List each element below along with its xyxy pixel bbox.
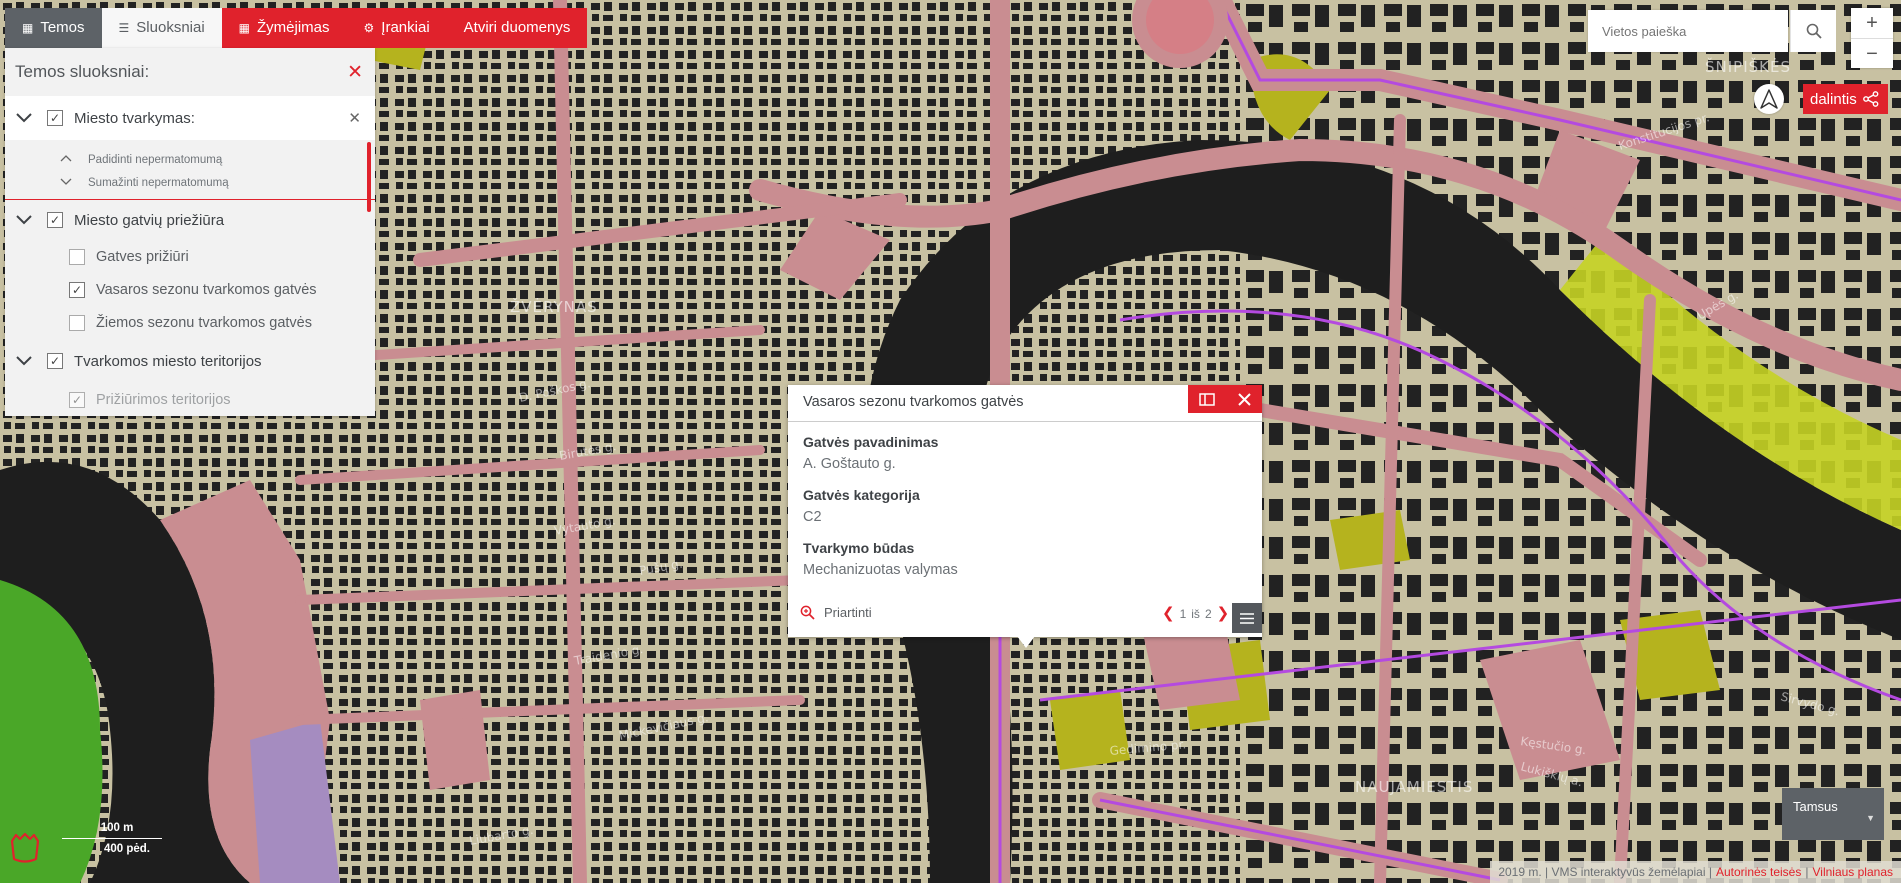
- share-label: dalintis: [1810, 90, 1857, 108]
- field-value: C2: [803, 509, 822, 525]
- popup-menu-button[interactable]: [1232, 603, 1262, 633]
- list-icon: ☰: [118, 21, 130, 35]
- layer-group-miesto-tvarkymas[interactable]: ✓ Miesto tvarkymas: ✕: [5, 96, 375, 140]
- share-button[interactable]: dalintis: [1803, 84, 1888, 114]
- decrease-opacity-option[interactable]: Sumažinti nepermatomumą: [5, 171, 375, 194]
- layer-group-label: Miesto tvarkymas:: [74, 109, 195, 127]
- remove-layer-icon[interactable]: ✕: [348, 109, 361, 127]
- top-tab-bar: ▦ Temos ☰ Sluoksniai ▦ Žymėjimas ⚙ Įrank…: [5, 8, 588, 48]
- magnifier-icon: [800, 605, 815, 620]
- layer-item[interactable]: ✓ Prižiūrimos teritorijos: [5, 383, 375, 416]
- tab-sluoksniai[interactable]: ☰ Sluoksniai: [101, 8, 222, 48]
- chevron-down-icon[interactable]: [13, 350, 35, 372]
- scale-metric: 100 m: [100, 822, 134, 834]
- zoom-control: + −: [1851, 8, 1893, 68]
- map-attribution: 2019 m. | VMS interaktyvūs žemėlapiai | …: [1490, 861, 1901, 883]
- increase-opacity-option[interactable]: Padidinti nepermatomumą: [5, 148, 375, 171]
- chevron-left-icon[interactable]: ❮: [1162, 606, 1175, 621]
- chevron-right-icon[interactable]: ❯: [1217, 606, 1230, 621]
- zoom-out-button[interactable]: −: [1851, 38, 1893, 69]
- layer-group-label: Miesto gatvių priežiūra: [74, 211, 225, 229]
- layer-checkbox[interactable]: ✓: [47, 110, 63, 126]
- grid-icon: ▦: [238, 21, 251, 35]
- layer-item[interactable]: ✓ Vasaros sezonu tvarkomos gatvės: [5, 273, 375, 306]
- layers-panel: Temos sluoksniai: ✕ ✓ Miesto tvarkymas: …: [5, 48, 375, 416]
- divider: [788, 421, 1262, 422]
- vilnius-logo-icon[interactable]: [8, 831, 42, 870]
- close-panel-icon[interactable]: ✕: [347, 63, 363, 82]
- layer-checkbox[interactable]: ✓: [69, 391, 85, 408]
- layer-item[interactable]: Gatves prižiūri: [5, 240, 375, 273]
- compass-button[interactable]: [1754, 84, 1784, 114]
- search-icon: [1806, 23, 1822, 39]
- tab-atviri-duomenys[interactable]: Atviri duomenys: [446, 8, 588, 48]
- panel-scrollbar[interactable]: [367, 142, 371, 212]
- layer-group-label: Tvarkomos miesto teritorijos: [74, 352, 262, 370]
- popup-pager: ❮ 1 iš 2 ❯: [1162, 606, 1229, 621]
- zoom-in-button[interactable]: +: [1851, 8, 1893, 38]
- layer-group-tvarkomos-teritorijos[interactable]: ✓ Tvarkomos miesto teritorijos: [5, 339, 375, 383]
- layer-checkbox[interactable]: [69, 314, 85, 331]
- menu-icon: [1240, 612, 1254, 624]
- layer-checkbox[interactable]: ✓: [69, 281, 85, 298]
- field-label: Gatvės kategorija: [803, 487, 920, 503]
- popup-title: Vasaros sezonu tvarkomos gatvės: [803, 394, 1024, 410]
- tab-irankiai[interactable]: ⚙ Įrankiai: [346, 8, 447, 48]
- north-arrow-icon: [1760, 89, 1778, 109]
- zoom-to-feature-link[interactable]: Priartinti: [800, 605, 872, 620]
- field-value: A. Goštauto g.: [803, 456, 896, 472]
- pager-current: 1: [1179, 606, 1187, 621]
- gear-icon: ⚙: [363, 21, 375, 35]
- scale-bar: 100 m 400 pėd.: [62, 822, 162, 855]
- district-label-snipiskes: ŠNIPIŠKĖS: [1705, 57, 1791, 76]
- layer-checkbox[interactable]: [69, 248, 85, 265]
- chevron-down-icon: [60, 177, 74, 188]
- chevron-up-icon: [60, 154, 74, 165]
- dock-panel-icon[interactable]: [1199, 392, 1215, 406]
- tab-temos[interactable]: ▦ Temos: [5, 8, 102, 48]
- layer-checkbox[interactable]: ✓: [47, 353, 63, 369]
- basemap-label: Tamsus: [1793, 799, 1838, 814]
- search-input[interactable]: [1588, 10, 1796, 52]
- district-label-naujamiestis: NAUJAMIESTIS: [1355, 778, 1473, 796]
- field-label: Tvarkymo būdas: [803, 540, 915, 556]
- layer-checkbox[interactable]: ✓: [47, 212, 63, 228]
- basemap-selector[interactable]: Tamsus ▼: [1782, 788, 1884, 840]
- popup-controls: [1188, 385, 1262, 413]
- copyright-link[interactable]: Autorinės teisės: [1716, 865, 1801, 879]
- grid-icon: ▦: [22, 21, 34, 35]
- chevron-down-icon[interactable]: [13, 209, 35, 231]
- layer-group-gatviu-prieziura[interactable]: ✓ Miesto gatvių priežiūra: [5, 200, 375, 240]
- district-label-zverynas: ŽVĖRYNAS: [510, 297, 598, 316]
- scale-imperial: 400 pėd.: [103, 843, 151, 855]
- share-icon: [1862, 91, 1879, 107]
- vilniaus-planas-link[interactable]: Vilniaus planas: [1812, 865, 1893, 879]
- layer-item[interactable]: Žiemos sezonu tvarkomos gatvės: [5, 306, 375, 339]
- panel-title: Temos sluoksniai:: [15, 62, 150, 81]
- field-label: Gatvės pavadinimas: [803, 434, 939, 450]
- popup-pointer: [1017, 636, 1035, 648]
- scale-line: [62, 838, 162, 839]
- layers-panel-header: Temos sluoksniai: ✕: [5, 48, 375, 96]
- pager-of: iš: [1191, 606, 1200, 621]
- feature-info-popup: Vasaros sezonu tvarkomos gatvės Gatvės p…: [788, 385, 1262, 637]
- tab-zymejimas[interactable]: ▦ Žymėjimas: [221, 8, 347, 48]
- location-search: [1588, 10, 1796, 52]
- close-icon[interactable]: [1238, 392, 1251, 406]
- field-value: Mechanizuotas valymas: [803, 562, 958, 578]
- chevron-down-icon: ▼: [1866, 813, 1875, 823]
- pager-total: 2: [1204, 606, 1212, 621]
- search-button[interactable]: [1790, 10, 1836, 52]
- chevron-down-icon[interactable]: [13, 107, 35, 129]
